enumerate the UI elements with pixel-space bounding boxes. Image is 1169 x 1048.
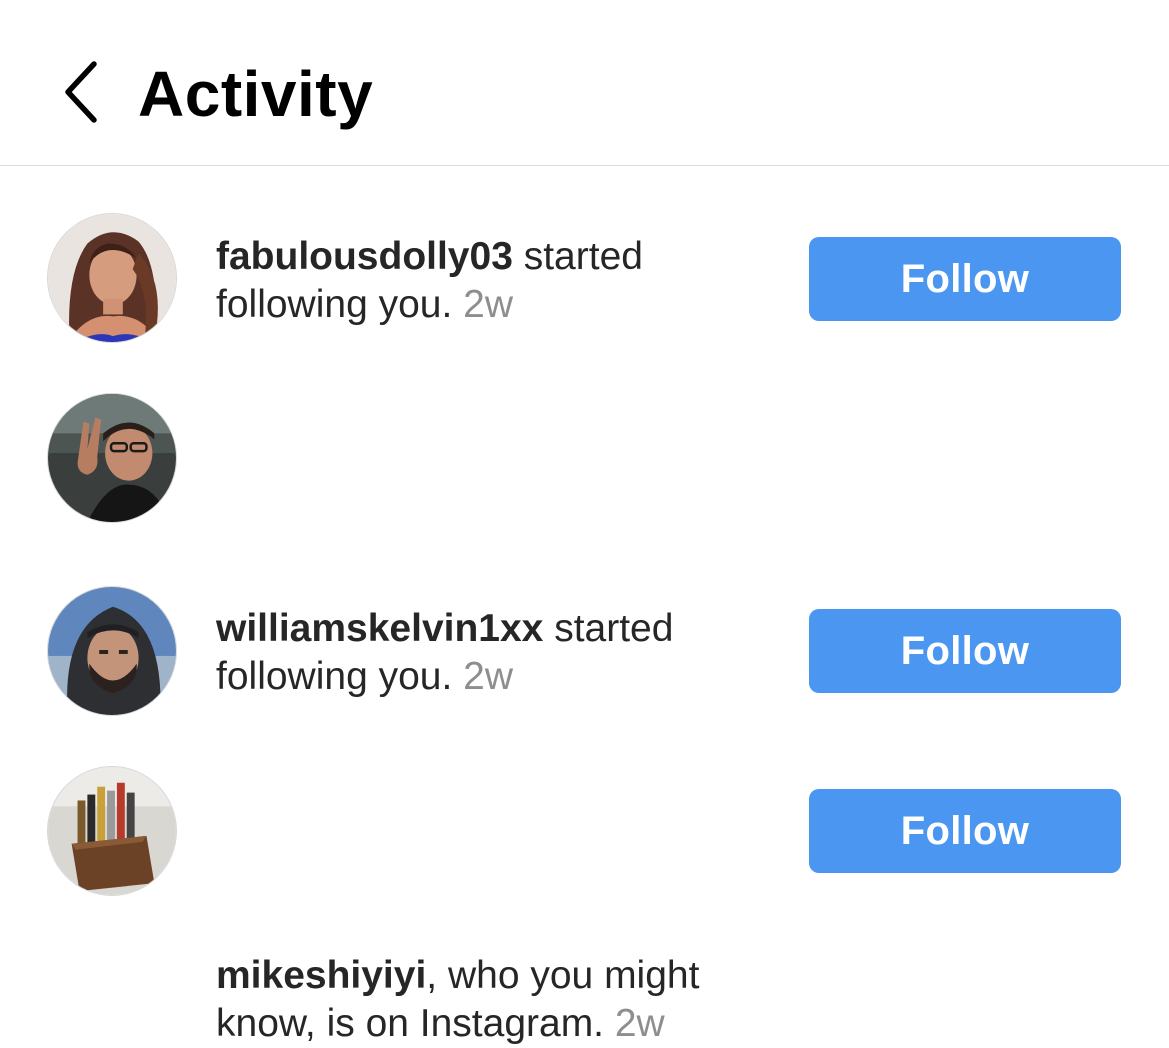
avatar[interactable] [47,393,177,523]
header-bar: Activity [0,0,1169,166]
avatar-image-woman [48,214,176,342]
chevron-left-icon [65,61,97,123]
activity-time: 2w [463,283,513,326]
username-link[interactable]: fabulousdolly03 [216,235,513,278]
follow-button[interactable]: Follow [809,789,1121,873]
avatar[interactable] [47,766,177,896]
follow-button[interactable]: Follow [809,609,1121,693]
avatar-image-man-peace-sign [48,394,176,522]
activity-time: 2w [463,655,513,698]
activity-text: mikeshiyiyi, who you might know, is on I… [216,952,776,1048]
back-button[interactable] [56,56,112,128]
avatar[interactable] [47,213,177,343]
activity-text: williamskelvin1xx started following you.… [216,605,776,701]
username-link[interactable]: williamskelvin1xx [216,607,543,650]
avatar-image-pen-holder [48,767,176,895]
page-title: Activity [138,58,374,130]
username-link[interactable]: mikeshiyiyi [216,954,426,997]
activity-text: fabulousdolly03 started following you. 2… [216,233,776,329]
follow-button[interactable]: Follow [809,237,1121,321]
activity-time: 2w [614,1002,665,1045]
avatar[interactable] [47,586,177,716]
avatar-image-man-hood [48,587,176,715]
